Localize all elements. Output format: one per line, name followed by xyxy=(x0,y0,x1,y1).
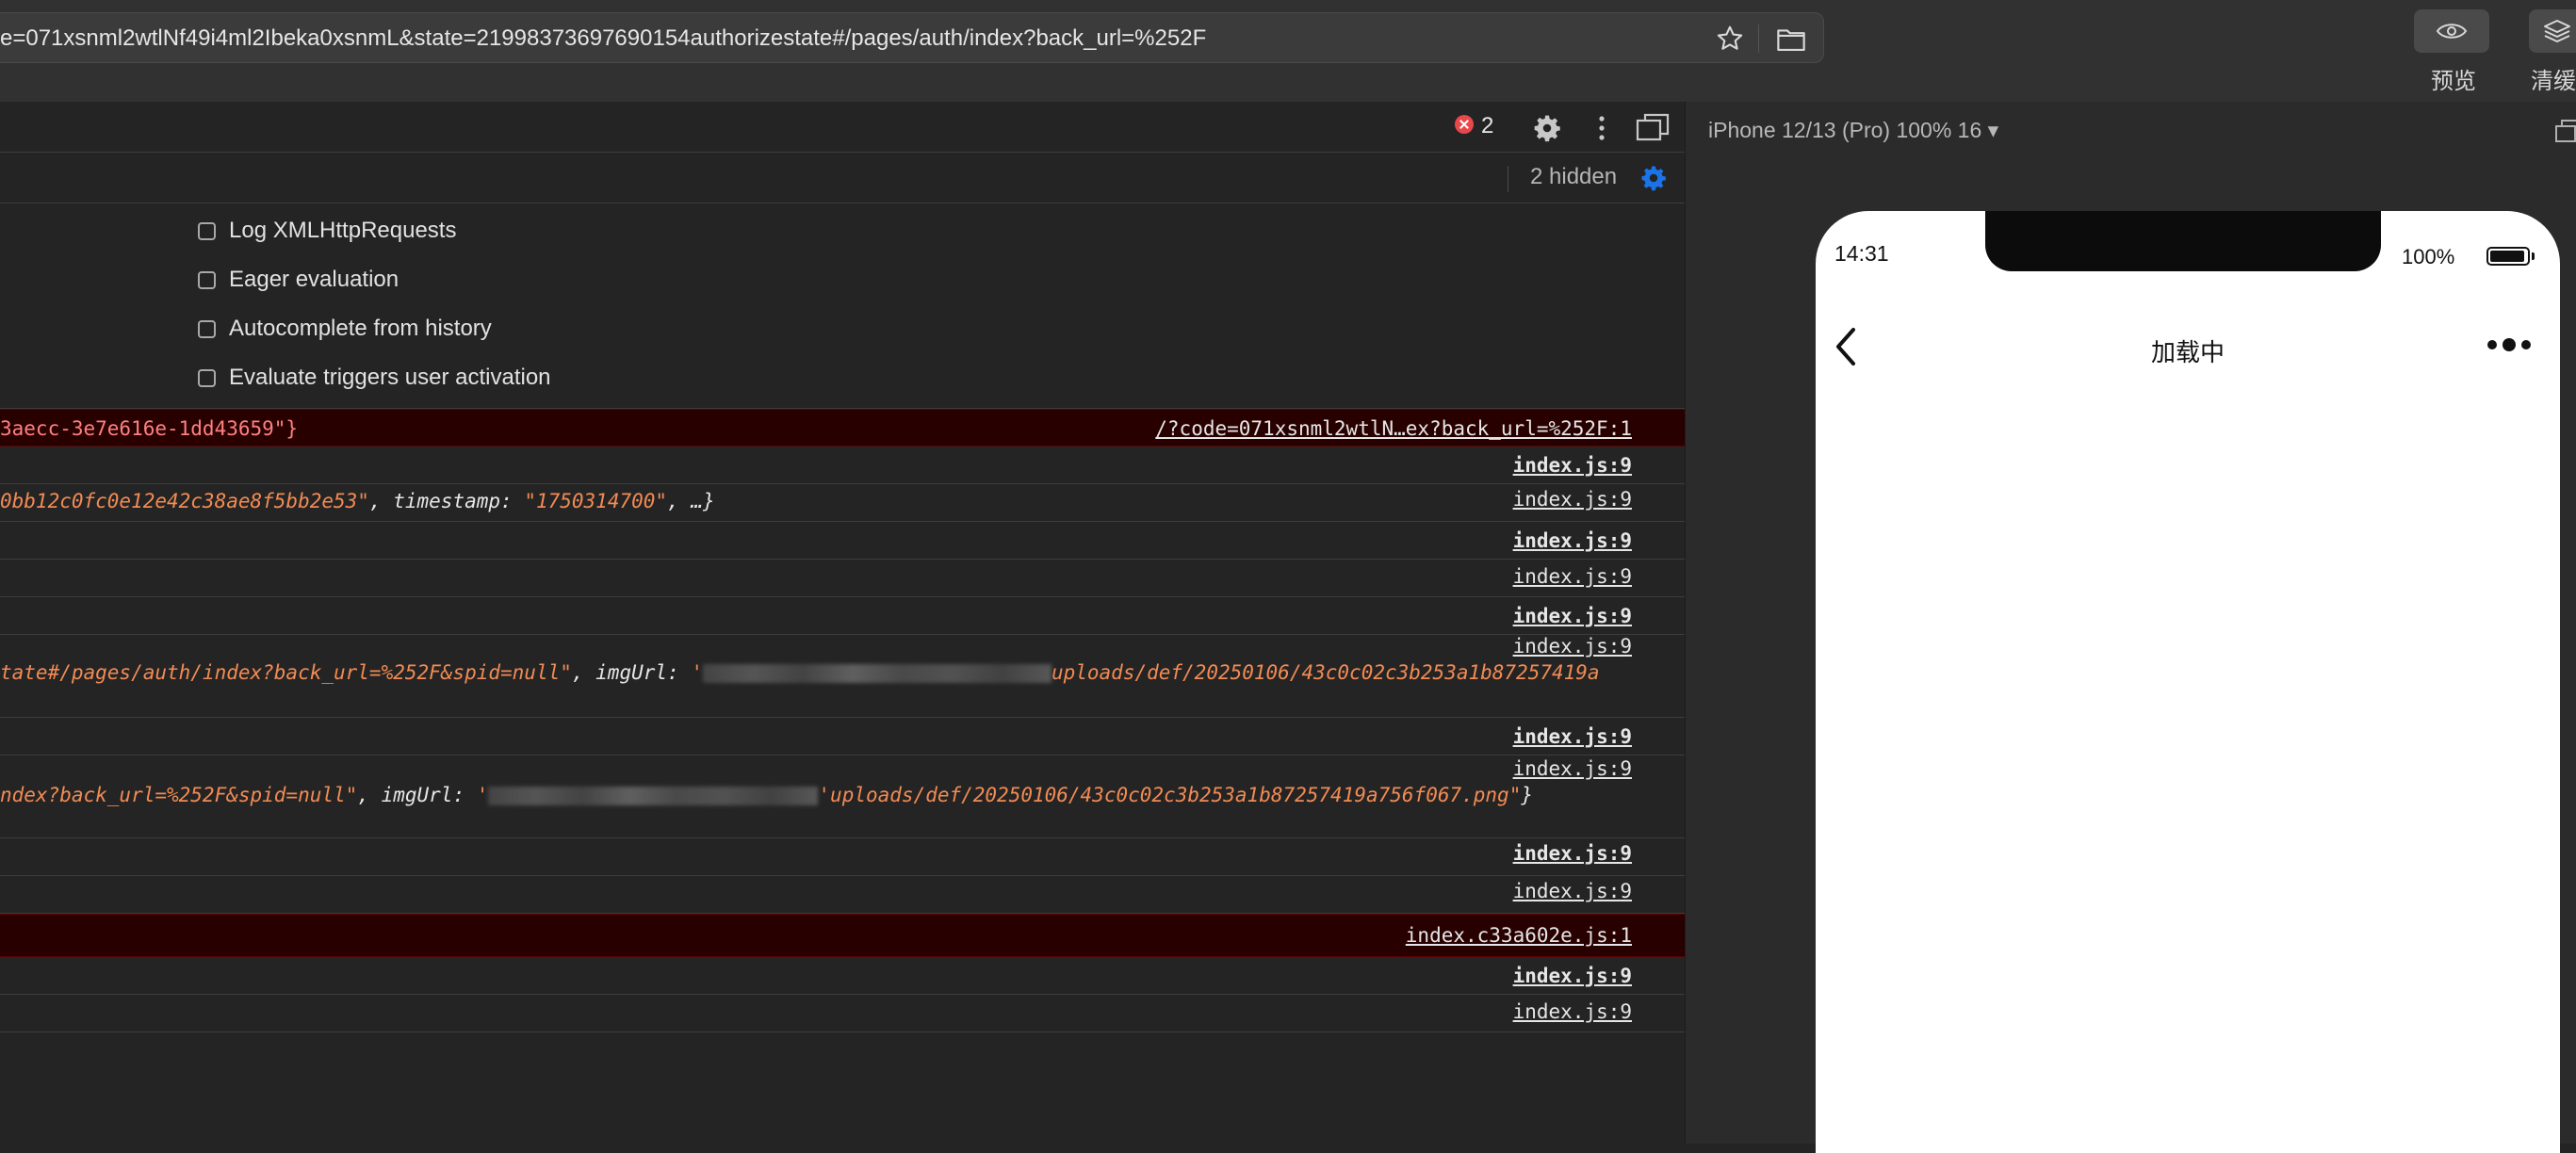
preview-label: 预览 xyxy=(2431,69,2476,94)
url-divider xyxy=(1758,24,1759,53)
phone-screen[interactable]: 14:31 100% 加载中 xyxy=(1816,211,2560,1153)
clear-cache-button[interactable] xyxy=(2529,9,2576,53)
log-message: 0bb12c0fc0e12e42c38ae8f5bb2e53", timesta… xyxy=(0,490,715,512)
log-string: "1750314700" xyxy=(524,490,668,512)
log-source-link[interactable]: /?code=071xsnml2wtlN…ex?back_url=%252F:1 xyxy=(1155,417,1632,440)
console-log-row: index.js:9 xyxy=(0,876,1685,914)
log-source-link[interactable]: index.js:9 xyxy=(1513,565,1632,588)
log-source-link[interactable]: index.js:9 xyxy=(1513,880,1632,902)
star-icon[interactable] xyxy=(1715,24,1745,54)
setting-label: Log XMLHttpRequests xyxy=(229,218,457,243)
log-string: tate#/pages/auth/index?back_url=%252F&sp… xyxy=(0,661,572,684)
log-source-link[interactable]: index.js:9 xyxy=(1513,529,1632,552)
checkbox[interactable] xyxy=(198,270,216,289)
log-source-link[interactable]: index.js:9 xyxy=(1513,965,1632,987)
browser-toolbar: e=071xsnml2wtlNf49i4ml2Ibeka0xsnmL&state… xyxy=(0,0,2576,102)
address-bar[interactable]: e=071xsnml2wtlNf49i4ml2Ibeka0xsnmL&state… xyxy=(0,12,1824,63)
hidden-messages-count: 2 hidden xyxy=(1530,164,1618,189)
redacted-block xyxy=(702,664,1052,683)
setting-eager-evaluation[interactable]: Eager evaluation xyxy=(198,266,399,294)
nav-title: 加载中 xyxy=(2150,338,2225,366)
log-string: ndex?back_url=%252F&spid=null" xyxy=(0,784,358,806)
console-log-row: index.js:9 ndex?back_url=%252F&spid=null… xyxy=(0,755,1685,838)
console-log-row: index.js:9 xyxy=(0,718,1685,755)
url-text[interactable]: e=071xsnml2wtlNf49i4ml2Ibeka0xsnmL&state… xyxy=(0,25,1206,52)
log-source-link[interactable]: index.js:9 xyxy=(1513,725,1632,748)
log-source-link[interactable]: index.js:9 xyxy=(1513,605,1632,627)
battery-percent: 100% xyxy=(2402,245,2455,268)
console-log-row: index.js:9 xyxy=(0,597,1685,635)
log-key: , timestamp: xyxy=(368,490,525,512)
dock-icon[interactable] xyxy=(1636,113,1670,141)
console-error-row: index.c33a602e.js:1 xyxy=(0,914,1685,957)
log-string: 0bb12c0fc0e12e42c38ae8f5bb2e53" xyxy=(0,490,369,512)
console-log-row: index.js:9 xyxy=(0,447,1685,484)
error-count[interactable]: 2 xyxy=(1481,113,1493,139)
console-settings: Log XMLHttpRequests Eager evaluation Aut… xyxy=(0,203,1685,409)
error-icon[interactable] xyxy=(1455,115,1474,134)
device-selector[interactable]: iPhone 12/13 (Pro) 100% 16 ▾ xyxy=(1708,118,1998,143)
setting-label: Evaluate triggers user activation xyxy=(229,365,551,390)
log-string: uploads/def/20250106/43c0c02c3b253a1b872… xyxy=(830,784,1522,806)
popout-icon[interactable] xyxy=(2554,119,2576,143)
console-log-row: index.js:9 xyxy=(0,957,1685,995)
simulator-panel: iPhone 12/13 (Pro) 100% 16 ▾ 14:31 100% … xyxy=(1685,102,2576,1153)
battery-tip xyxy=(2532,252,2535,260)
log-source-link[interactable]: index.js:9 xyxy=(1513,635,1632,658)
redacted-block xyxy=(488,787,819,805)
console-log-row: index.js:9 xyxy=(0,838,1685,876)
log-message: ndex?back_url=%252F&spid=null", imgUrl: … xyxy=(0,784,1534,806)
console-settings-icon[interactable] xyxy=(1639,164,1668,192)
checkbox[interactable] xyxy=(198,368,216,387)
more-options-icon[interactable] xyxy=(2486,333,2532,356)
log-key: , imgUrl: xyxy=(571,661,692,684)
console-log-row: index.js:9 tate#/pages/auth/index?back_u… xyxy=(0,635,1685,718)
status-time: 14:31 xyxy=(1834,241,1889,266)
log-key: , imgUrl: xyxy=(357,784,477,806)
log-message: 3aecc-3e7e616e-1dd43659"} xyxy=(0,417,299,440)
log-source-link[interactable]: index.js:9 xyxy=(1513,757,1632,780)
eye-icon xyxy=(2436,24,2468,39)
more-vertical-icon[interactable] xyxy=(1594,115,1609,141)
setting-label: Autocomplete from history xyxy=(229,316,492,341)
checkbox[interactable] xyxy=(198,221,216,240)
folder-icon[interactable] xyxy=(1775,25,1807,54)
log-source-link[interactable]: index.js:9 xyxy=(1513,842,1632,865)
log-source-link[interactable]: index.js:9 xyxy=(1513,488,1632,511)
log-message: tate#/pages/auth/index?back_url=%252F&sp… xyxy=(0,661,1600,684)
settings-gear-icon[interactable] xyxy=(1532,113,1562,143)
log-tail: , …} xyxy=(667,490,715,512)
checkbox[interactable] xyxy=(198,319,216,338)
console-log-row: index.js:9 xyxy=(0,995,1685,1032)
layers-icon xyxy=(2544,20,2570,42)
setting-autocomplete-history[interactable]: Autocomplete from history xyxy=(198,315,492,343)
console-filter-bar: 2 hidden xyxy=(0,153,1685,203)
devtools-toolbar: 2 xyxy=(0,102,1685,153)
setting-label: Eager evaluation xyxy=(229,267,399,292)
console-log-row: index.js:9 xyxy=(0,522,1685,560)
log-source-link[interactable]: index.js:9 xyxy=(1513,454,1632,477)
log-source-link[interactable]: index.js:9 xyxy=(1513,1000,1632,1023)
devtools-panel: 2 2 hidden Log XMLHttpRequests Eager eva xyxy=(0,102,1685,1144)
setting-user-activation[interactable]: Evaluate triggers user activation xyxy=(198,364,551,392)
log-source-link[interactable]: index.c33a602e.js:1 xyxy=(1406,924,1632,947)
log-tail: } xyxy=(1521,784,1534,806)
simulator-header: iPhone 12/13 (Pro) 100% 16 ▾ xyxy=(1686,102,2576,154)
clear-cache-label: 清缓 xyxy=(2531,69,2576,94)
phone-notch xyxy=(1985,211,2381,271)
preview-button[interactable] xyxy=(2414,9,2489,53)
setting-log-xhr[interactable]: Log XMLHttpRequests xyxy=(198,217,456,245)
log-string: uploads/def/20250106/43c0c02c3b253a1b872… xyxy=(1051,661,1600,684)
console-log-row: 0bb12c0fc0e12e42c38ae8f5bb2e53", timesta… xyxy=(0,484,1685,522)
console-log-row: index.js:9 xyxy=(0,560,1685,597)
console-error-row: 3aecc-3e7e616e-1dd43659"} /?code=071xsnm… xyxy=(0,409,1685,447)
battery-icon xyxy=(2486,247,2530,266)
